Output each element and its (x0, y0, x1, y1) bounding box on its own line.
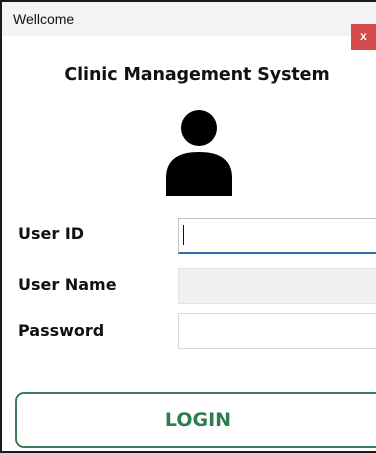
user-silhouette-icon (166, 110, 232, 196)
close-button[interactable]: x (351, 24, 376, 50)
user-id-input[interactable] (178, 218, 376, 254)
login-button[interactable]: LOGIN (15, 392, 376, 448)
user-name-label: User Name (18, 275, 117, 294)
title-bar: Wellcome (2, 2, 376, 36)
app-title: Clinic Management System (64, 65, 330, 85)
text-caret (183, 225, 184, 245)
login-window: Wellcome x Clinic Management System User… (0, 0, 376, 453)
password-label: Password (18, 321, 105, 340)
user-name-input[interactable] (178, 268, 376, 304)
password-input[interactable] (178, 313, 376, 349)
user-id-label: User ID (18, 224, 85, 243)
window-title: Wellcome (13, 11, 75, 27)
